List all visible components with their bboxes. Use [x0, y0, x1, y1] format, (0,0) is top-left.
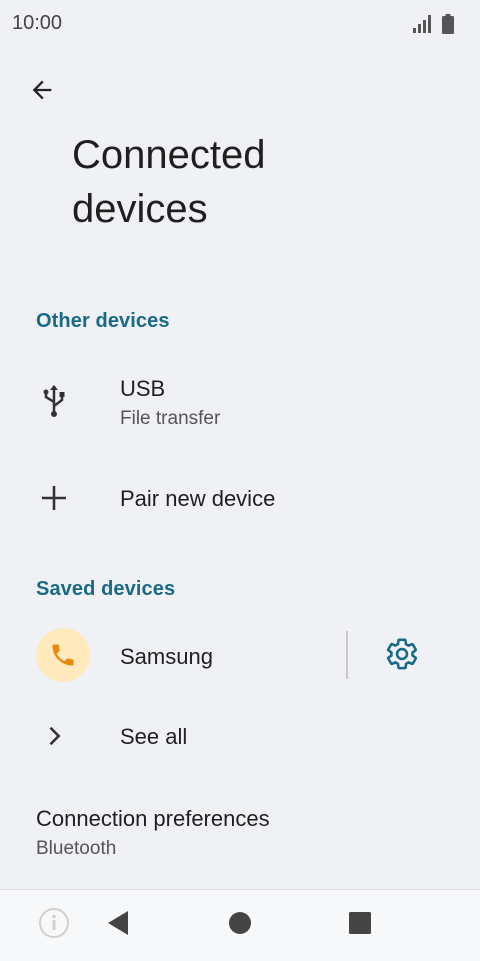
- plus-icon: [30, 484, 78, 512]
- see-all-row[interactable]: See all: [0, 706, 480, 766]
- recents-square-icon: [348, 911, 372, 940]
- back-button[interactable]: [26, 76, 58, 108]
- status-time: 10:00: [12, 12, 63, 34]
- connection-preferences-title: Connection preferences: [36, 806, 270, 831]
- navigation-bar: [0, 889, 480, 961]
- info-icon: [38, 907, 70, 944]
- battery-icon: [442, 14, 454, 39]
- nav-back-button[interactable]: [88, 890, 148, 961]
- back-triangle-icon: [106, 910, 130, 941]
- nav-recents-button[interactable]: [330, 890, 390, 961]
- saved-device-name: Samsung: [120, 644, 213, 669]
- pair-new-device-row[interactable]: Pair new device: [0, 466, 480, 530]
- page-title: Connected devices: [72, 133, 266, 231]
- gear-icon: [385, 637, 419, 676]
- info-button[interactable]: [24, 890, 84, 961]
- device-settings-button[interactable]: [378, 632, 426, 680]
- usb-title: USB: [120, 376, 166, 401]
- signal-icon: [412, 14, 434, 39]
- row-divider: [346, 631, 348, 679]
- section-header-other-devices: Other devices: [36, 310, 170, 332]
- usb-row[interactable]: USB File transfer: [0, 356, 480, 446]
- home-circle-icon: [228, 911, 252, 940]
- pair-new-device-label: Pair new device: [120, 486, 276, 511]
- chevron-right-icon: [30, 722, 78, 750]
- nav-home-button[interactable]: [210, 890, 270, 961]
- usb-subtitle: File transfer: [120, 408, 221, 429]
- arrow-back-icon: [28, 76, 56, 109]
- saved-device-samsung-row[interactable]: Samsung: [0, 620, 340, 692]
- phone-icon: [36, 628, 90, 682]
- connection-preferences-subtitle: Bluetooth: [36, 838, 117, 859]
- status-icons: [412, 14, 454, 39]
- connection-preferences-row[interactable]: Connection preferences Bluetooth: [0, 790, 480, 874]
- section-header-saved-devices: Saved devices: [36, 578, 176, 600]
- see-all-label: See all: [120, 724, 188, 749]
- usb-icon: [30, 384, 78, 418]
